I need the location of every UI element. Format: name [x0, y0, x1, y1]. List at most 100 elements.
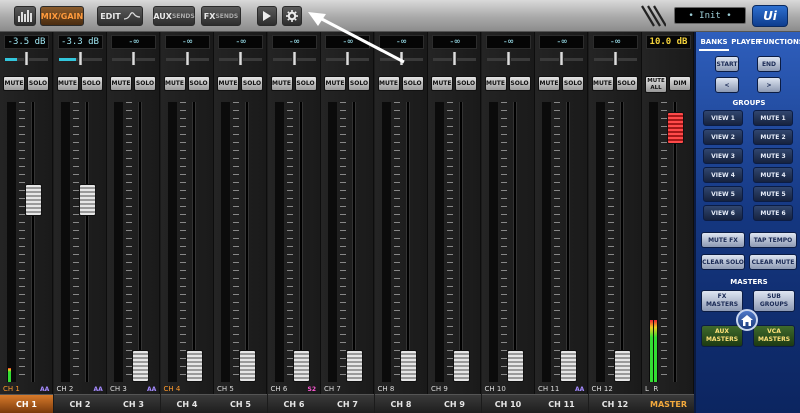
mute-group-2-button[interactable]: MUTE 2	[753, 129, 793, 145]
play-button[interactable]	[257, 6, 277, 26]
mute-group-1-button[interactable]: MUTE 1	[753, 110, 793, 126]
channel-name-tab[interactable]: CH 1	[0, 394, 53, 413]
tap-tempo-button[interactable]: TAP TEMPO	[749, 232, 797, 248]
clear-mute-button[interactable]: CLEAR MUTE	[749, 254, 797, 270]
pan-handle[interactable]	[612, 51, 618, 66]
channel-name-tab[interactable]: CH 3	[107, 394, 160, 413]
mute-button[interactable]: MUTE	[324, 76, 346, 91]
mute-group-5-button[interactable]: MUTE 5	[753, 186, 793, 202]
view-3-button[interactable]: VIEW 3	[703, 148, 743, 164]
fader-handle[interactable]	[453, 350, 470, 382]
bank-next-button[interactable]: >	[757, 77, 781, 93]
fader-handle[interactable]	[78, 183, 96, 216]
fx-sends-button[interactable]: FX SENDS	[201, 6, 241, 26]
channel-name-tab[interactable]: CH 2	[53, 394, 107, 413]
vca-masters-button[interactable]: VCA MASTERS	[753, 325, 795, 347]
settings-button[interactable]	[282, 6, 302, 26]
fader-handle[interactable]	[399, 350, 417, 382]
mute-group-4-button[interactable]: MUTE 4	[753, 167, 793, 183]
pan-slider[interactable]	[593, 51, 637, 66]
solo-button[interactable]: SOLO	[80, 76, 103, 91]
pan-slider[interactable]	[326, 51, 369, 66]
fader-handle[interactable]	[25, 183, 42, 216]
fader-handle[interactable]	[239, 350, 256, 382]
pan-slider[interactable]	[379, 51, 423, 66]
mute-button[interactable]: MUTE	[484, 76, 507, 91]
fader-handle[interactable]	[613, 350, 631, 382]
aux-masters-button[interactable]: AUX MASTERS	[701, 325, 743, 347]
fader-handle[interactable]	[560, 350, 577, 382]
mute-button[interactable]: MUTE	[538, 76, 560, 91]
pan-slider[interactable]	[5, 51, 48, 66]
mute-fx-button[interactable]: MUTE FX	[701, 232, 745, 248]
pan-slider[interactable]	[272, 51, 316, 66]
pan-handle[interactable]	[559, 51, 564, 66]
pan-handle[interactable]	[345, 51, 350, 66]
pan-handle[interactable]	[24, 51, 29, 66]
tab-functions[interactable]: FUNCTIONS	[758, 34, 800, 51]
mute-button[interactable]: MUTE	[431, 76, 453, 91]
bank-end-button[interactable]: END	[757, 56, 781, 72]
solo-button[interactable]: SOLO	[401, 76, 424, 91]
channel-name-tab[interactable]: CH 10	[481, 394, 535, 413]
channel-name-tab[interactable]: CH 12	[588, 394, 642, 413]
fader-handle[interactable]	[346, 350, 363, 382]
tab-player[interactable]: PLAYER	[731, 34, 761, 51]
master-fader-handle[interactable]	[667, 111, 684, 144]
aux-sends-button[interactable]: AUX SENDS	[153, 6, 195, 26]
mix-gain-button[interactable]: MIX/GAIN	[40, 6, 84, 26]
solo-button[interactable]: SOLO	[241, 76, 263, 91]
pan-handle[interactable]	[131, 51, 136, 66]
edit-button[interactable]: EDIT	[97, 6, 143, 26]
mute-button[interactable]: MUTE	[110, 76, 132, 91]
mute-button[interactable]: MUTE	[270, 76, 293, 91]
mute-button[interactable]: MUTE	[3, 76, 25, 91]
mute-button[interactable]: MUTE	[217, 76, 239, 91]
solo-button[interactable]: SOLO	[134, 76, 156, 91]
channel-name-tab[interactable]: CH 11	[535, 394, 588, 413]
fader-handle[interactable]	[185, 350, 203, 382]
home-button[interactable]	[736, 309, 758, 331]
pan-slider[interactable]	[219, 51, 262, 66]
mute-all-button[interactable]: MUTE ALL	[645, 76, 667, 93]
clear-solo-button[interactable]: CLEAR SOLO	[701, 254, 745, 270]
channel-name-tab[interactable]: CH 9	[428, 394, 481, 413]
mute-button[interactable]: MUTE	[591, 76, 614, 91]
fader-handle[interactable]	[292, 350, 310, 382]
mute-button[interactable]: MUTE	[163, 76, 186, 91]
master-name-tab[interactable]: MASTER	[642, 394, 695, 413]
bank-prev-button[interactable]: <	[715, 77, 739, 93]
channel-name-tab[interactable]: CH 8	[374, 394, 428, 413]
pan-slider[interactable]	[165, 51, 209, 66]
channel-name-tab[interactable]: CH 7	[321, 394, 374, 413]
pan-slider[interactable]	[486, 51, 530, 66]
solo-button[interactable]: SOLO	[562, 76, 584, 91]
pan-handle[interactable]	[452, 51, 457, 66]
view-4-button[interactable]: VIEW 4	[703, 167, 743, 183]
solo-button[interactable]: SOLO	[615, 76, 638, 91]
fader-handle[interactable]	[132, 350, 149, 382]
pan-slider[interactable]	[540, 51, 583, 66]
mute-group-3-button[interactable]: MUTE 3	[753, 148, 793, 164]
mute-group-6-button[interactable]: MUTE 6	[753, 205, 793, 221]
solo-button[interactable]: SOLO	[294, 76, 317, 91]
meters-view-button[interactable]	[14, 6, 36, 26]
solo-button[interactable]: SOLO	[455, 76, 477, 91]
sub-groups-button[interactable]: SUB GROUPS	[753, 290, 795, 312]
pan-slider[interactable]	[112, 51, 155, 66]
channel-name-tab[interactable]: CH 4	[160, 394, 214, 413]
pan-handle[interactable]	[505, 51, 511, 66]
pan-slider[interactable]	[58, 51, 102, 66]
bank-start-button[interactable]: START	[715, 56, 739, 72]
pan-slider[interactable]	[433, 51, 476, 66]
mute-button[interactable]: MUTE	[56, 76, 79, 91]
view-2-button[interactable]: VIEW 2	[703, 129, 743, 145]
mute-button[interactable]: MUTE	[377, 76, 400, 91]
fader-handle[interactable]	[506, 350, 524, 382]
channel-name-tab[interactable]: CH 6	[267, 394, 321, 413]
fx-masters-button[interactable]: FX MASTERS	[701, 290, 743, 312]
dim-button[interactable]: DIM	[669, 76, 691, 91]
view-6-button[interactable]: VIEW 6	[703, 205, 743, 221]
solo-button[interactable]: SOLO	[187, 76, 210, 91]
pan-handle[interactable]	[291, 51, 297, 66]
